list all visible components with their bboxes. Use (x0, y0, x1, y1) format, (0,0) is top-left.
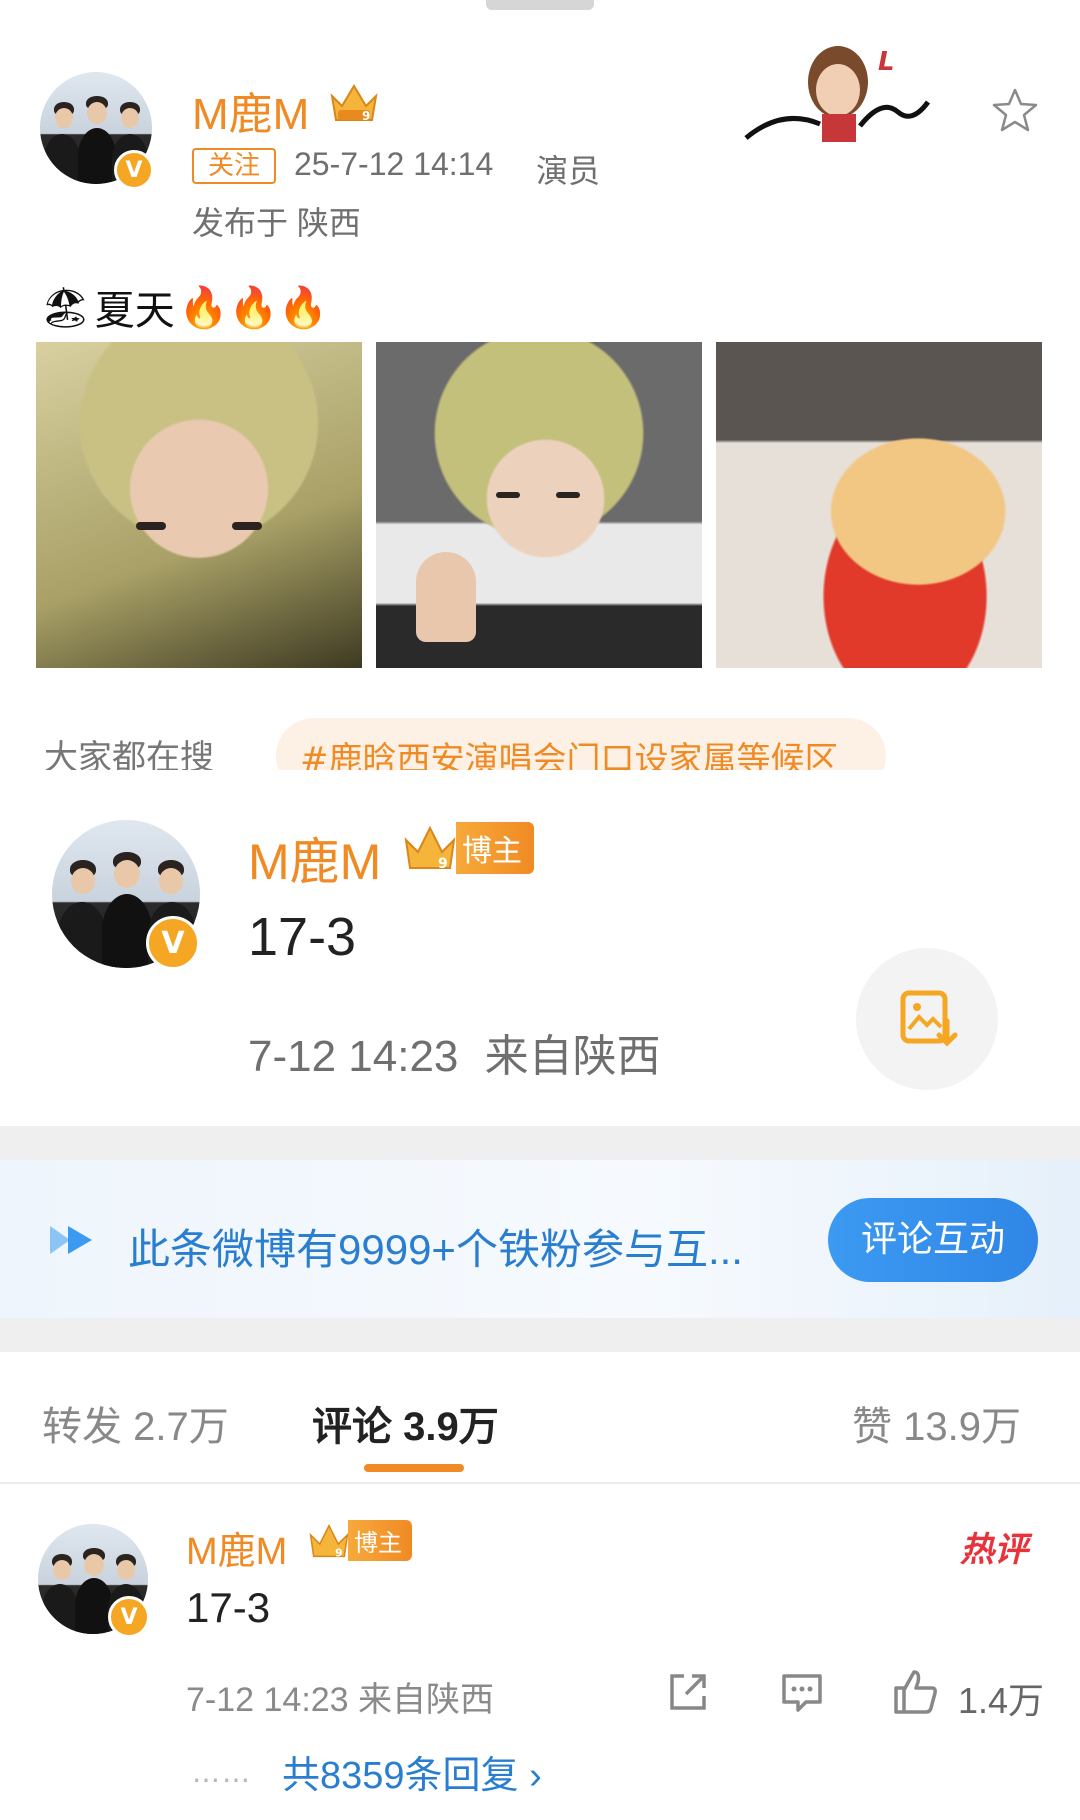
tab-repost[interactable]: 转发 2.7万 (42, 1394, 229, 1452)
blogger-badge-label: 博主 (456, 822, 534, 874)
comment-time: 7-12 14:23 来自陕西 (186, 1681, 495, 1719)
share-icon[interactable] (664, 1668, 712, 1716)
pinned-comment-author[interactable]: M鹿M (248, 822, 381, 894)
author-name[interactable]: M鹿M (192, 78, 309, 142)
sheet-handle[interactable] (486, 0, 594, 10)
author-role: 演员 (536, 153, 601, 189)
active-tab-indicator (364, 1464, 464, 1472)
post-date: 25-7-12 14:14 (294, 146, 494, 182)
post-body: 夏天 (94, 288, 175, 334)
tab-like[interactable]: 赞 13.9万 (852, 1394, 1021, 1452)
pinned-comment-location: 来自陕西 (484, 1032, 661, 1081)
comment-author[interactable]: M鹿M (186, 1520, 287, 1575)
beach-emoji: 🏖 (40, 284, 91, 331)
post-photo-1[interactable] (36, 342, 362, 668)
crown-icon: 9 (404, 825, 456, 872)
signature-banner: L (744, 46, 931, 142)
trending-search-row: 大家都在搜 #鹿晗西安演唱会门口设家属等候区 (0, 718, 1080, 774)
verified-icon: V (108, 1596, 150, 1638)
section-divider (0, 1318, 1080, 1352)
verified-icon: V (114, 150, 154, 190)
crown-icon: 9 (309, 1523, 349, 1559)
post-photo-3[interactable] (716, 342, 1042, 668)
trending-label: 大家都在搜 (44, 738, 214, 774)
follow-tag[interactable]: 关注 (192, 148, 276, 184)
svg-text:9: 9 (438, 856, 448, 872)
comment-text: 17-3 (186, 1584, 271, 1631)
crown-icon: 9 (330, 84, 378, 123)
svg-text:L: L (878, 47, 895, 77)
blogger-badge: 9 博主 (306, 1520, 412, 1561)
tab-comment[interactable]: 评论 3.9万 (312, 1394, 499, 1452)
view-replies-link[interactable]: 共8359条回复 › (282, 1744, 542, 1799)
star-icon[interactable] (990, 86, 1040, 136)
fans-interaction-text: 此条微博有9999+个铁粉参与互... (128, 1226, 743, 1273)
save-image-icon (900, 990, 958, 1047)
post-photo-2[interactable] (376, 342, 702, 668)
pinned-comment-timestamp: 7-12 14:23 (248, 1032, 459, 1081)
save-image-button[interactable] (856, 948, 998, 1090)
fire-emoji: 🔥🔥🔥 (178, 284, 329, 331)
comment-icon[interactable] (778, 1668, 826, 1716)
verified-icon: V (146, 916, 200, 970)
svg-text:9: 9 (362, 109, 370, 123)
like-count: 1.4万 (958, 1680, 1045, 1721)
reply-dots: …… (192, 1756, 252, 1789)
like-icon[interactable] (890, 1668, 940, 1716)
hot-comment-tag: 热评 (960, 1530, 1028, 1570)
pinned-comment-time: 7-12 14:23 来自陕西 (248, 1020, 661, 1084)
pinned-comment-text: 17-3 (248, 907, 357, 967)
play-arrows-icon (50, 1226, 92, 1254)
svg-text:9: 9 (335, 1546, 342, 1559)
comment-interact-button[interactable]: 评论互动 (828, 1198, 1038, 1282)
section-divider (0, 1126, 1080, 1160)
post-text: 🏖 夏天 🔥🔥🔥 (40, 278, 328, 336)
post-location: 发布于 陕西 (192, 205, 361, 241)
blogger-badge: 9 博主 (400, 822, 534, 874)
blogger-badge-label: 博主 (348, 1520, 412, 1561)
trending-topic[interactable]: #鹿晗西安演唱会门口设家属等候区 (276, 718, 886, 774)
